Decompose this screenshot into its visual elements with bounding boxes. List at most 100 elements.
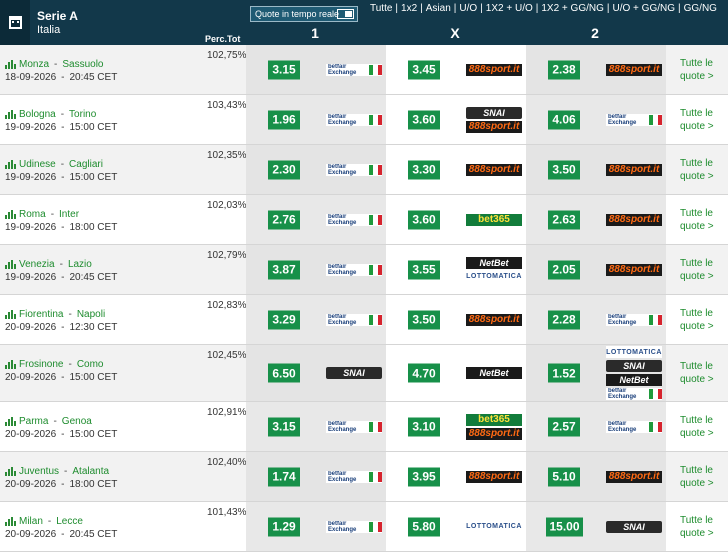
match-teams-link[interactable]: Udinese - Cagliari xyxy=(5,159,117,170)
odd-button-1[interactable]: 1.74 xyxy=(268,467,300,486)
888sport-logo[interactable]: 888sport.it xyxy=(606,63,662,76)
betfair-exchange-logo[interactable]: betfair Exchange xyxy=(606,113,662,126)
betfair-exchange-logo[interactable]: betfair Exchange xyxy=(606,313,662,326)
888sport-logo[interactable]: 888sport.it xyxy=(606,163,662,176)
lottomatica-logo[interactable]: LOTTOMATICA xyxy=(606,346,662,358)
stats-chart-icon[interactable] xyxy=(5,310,16,319)
stats-chart-icon[interactable] xyxy=(5,417,16,426)
snai-logo[interactable]: SNAI xyxy=(326,367,382,379)
netbet-logo[interactable]: NetBet xyxy=(466,367,522,379)
888sport-logo[interactable]: 888sport.it xyxy=(466,427,522,440)
odd-button-1[interactable]: 3.87 xyxy=(268,260,300,279)
match-teams-link[interactable]: Bologna - Torino xyxy=(5,109,117,120)
888sport-logo[interactable]: 888sport.it xyxy=(606,213,662,226)
odd-button-x[interactable]: 3.45 xyxy=(408,60,440,79)
market-tab[interactable]: 1x2 xyxy=(401,3,417,14)
match-teams-link[interactable]: Parma - Genoa xyxy=(5,416,117,427)
stats-chart-icon[interactable] xyxy=(5,260,16,269)
betfair-exchange-logo[interactable]: betfair Exchange xyxy=(326,520,382,533)
match-teams-link[interactable]: Juventus - Atalanta xyxy=(5,466,117,477)
all-quotes-link[interactable]: Tutte le quote > xyxy=(680,157,714,183)
betfair-exchange-logo[interactable]: betfair Exchange xyxy=(326,263,382,276)
all-quotes-link[interactable]: Tutte le quote > xyxy=(680,107,714,133)
stats-chart-icon[interactable] xyxy=(5,110,16,119)
match-teams-link[interactable]: Venezia - Lazio xyxy=(5,259,117,270)
bet365-logo[interactable]: bet365 xyxy=(466,213,522,226)
snai-logo[interactable]: SNAI xyxy=(466,106,522,119)
match-teams-link[interactable]: Fiorentina - Napoli xyxy=(5,309,117,320)
odd-button-2[interactable]: 5.10 xyxy=(548,467,580,486)
snai-logo[interactable]: SNAI xyxy=(606,360,662,372)
odd-button-2[interactable]: 15.00 xyxy=(546,517,583,536)
all-quotes-link[interactable]: Tutte le quote > xyxy=(680,307,714,333)
lottomatica-logo[interactable]: LOTTOMATICA xyxy=(466,520,522,533)
match-teams-link[interactable]: Frosinone - Como xyxy=(5,359,117,370)
odd-button-x[interactable]: 3.60 xyxy=(408,110,440,129)
odd-button-x[interactable]: 4.70 xyxy=(408,363,440,383)
odd-button-1[interactable]: 1.96 xyxy=(268,110,300,129)
betfair-exchange-logo[interactable]: betfair Exchange xyxy=(326,420,382,433)
betfair-exchange-logo[interactable]: betfair Exchange xyxy=(326,113,382,126)
odd-button-1[interactable]: 3.15 xyxy=(268,60,300,79)
stats-chart-icon[interactable] xyxy=(5,210,16,219)
odd-button-1[interactable]: 2.30 xyxy=(268,160,300,179)
odd-button-2[interactable]: 1.52 xyxy=(548,363,580,383)
all-quotes-link[interactable]: Tutte le quote > xyxy=(680,257,714,283)
market-tab[interactable]: U/O + GG/NG xyxy=(613,3,676,14)
all-quotes-link[interactable]: Tutte le quote > xyxy=(680,514,714,540)
stats-chart-icon[interactable] xyxy=(5,517,16,526)
odd-button-2[interactable]: 2.38 xyxy=(548,60,580,79)
odd-button-x[interactable]: 3.55 xyxy=(408,260,440,279)
odd-button-x[interactable]: 3.95 xyxy=(408,467,440,486)
betfair-exchange-logo[interactable]: betfair Exchange xyxy=(326,63,382,76)
betfair-exchange-logo[interactable]: betfair Exchange xyxy=(326,213,382,226)
realtime-quotes-toggle[interactable]: Quote in tempo reale xyxy=(250,6,358,22)
888sport-logo[interactable]: 888sport.it xyxy=(466,313,522,326)
all-quotes-link[interactable]: Tutte le quote > xyxy=(680,207,714,233)
market-tab[interactable]: 1X2 + GG/NG xyxy=(541,3,604,14)
calendar-button[interactable] xyxy=(0,0,30,45)
888sport-logo[interactable]: 888sport.it xyxy=(466,470,522,483)
betfair-exchange-logo[interactable]: betfair Exchange xyxy=(326,313,382,326)
market-tab[interactable]: Asian xyxy=(426,3,451,14)
odd-button-2[interactable]: 2.63 xyxy=(548,210,580,229)
odd-button-x[interactable]: 3.50 xyxy=(408,310,440,329)
market-tab[interactable]: Tutte xyxy=(370,3,392,14)
match-teams-link[interactable]: Roma - Inter xyxy=(5,209,117,220)
odd-button-1[interactable]: 3.15 xyxy=(268,417,300,436)
odd-button-2[interactable]: 2.05 xyxy=(548,260,580,279)
bet365-logo[interactable]: bet365 xyxy=(466,413,522,426)
betfair-exchange-logo[interactable]: betfair Exchange xyxy=(326,163,382,176)
netbet-logo[interactable]: NetBet xyxy=(606,374,662,386)
888sport-logo[interactable]: 888sport.it xyxy=(606,263,662,276)
market-tab[interactable]: GG/NG xyxy=(684,3,717,14)
odd-button-2[interactable]: 3.50 xyxy=(548,160,580,179)
market-tab[interactable]: U/O xyxy=(459,3,477,14)
match-teams-link[interactable]: Monza - Sassuolo xyxy=(5,59,117,70)
all-quotes-link[interactable]: Tutte le quote > xyxy=(680,360,714,386)
odd-button-x[interactable]: 3.60 xyxy=(408,210,440,229)
stats-chart-icon[interactable] xyxy=(5,467,16,476)
888sport-logo[interactable]: 888sport.it xyxy=(466,163,522,176)
market-tab[interactable]: 1X2 + U/O xyxy=(486,3,533,14)
betfair-exchange-logo[interactable]: betfair Exchange xyxy=(606,420,662,433)
odd-button-x[interactable]: 5.80 xyxy=(408,517,440,536)
betfair-exchange-logo[interactable]: betfair Exchange xyxy=(606,388,662,400)
all-quotes-link[interactable]: Tutte le quote > xyxy=(680,414,714,440)
match-teams-link[interactable]: Milan - Lecce xyxy=(5,516,117,527)
odd-button-x[interactable]: 3.30 xyxy=(408,160,440,179)
lottomatica-logo[interactable]: LOTTOMATICA xyxy=(466,270,522,283)
all-quotes-link[interactable]: Tutte le quote > xyxy=(680,57,714,83)
odd-button-1[interactable]: 6.50 xyxy=(268,363,300,383)
snai-logo[interactable]: SNAI xyxy=(606,520,662,533)
stats-chart-icon[interactable] xyxy=(5,60,16,69)
888sport-logo[interactable]: 888sport.it xyxy=(466,63,522,76)
odd-button-1[interactable]: 1.29 xyxy=(268,517,300,536)
betfair-exchange-logo[interactable]: betfair Exchange xyxy=(326,470,382,483)
odd-button-1[interactable]: 2.76 xyxy=(268,210,300,229)
stats-chart-icon[interactable] xyxy=(5,160,16,169)
netbet-logo[interactable]: NetBet xyxy=(466,256,522,269)
odd-button-2[interactable]: 2.57 xyxy=(548,417,580,436)
odd-button-2[interactable]: 2.28 xyxy=(548,310,580,329)
all-quotes-link[interactable]: Tutte le quote > xyxy=(680,464,714,490)
